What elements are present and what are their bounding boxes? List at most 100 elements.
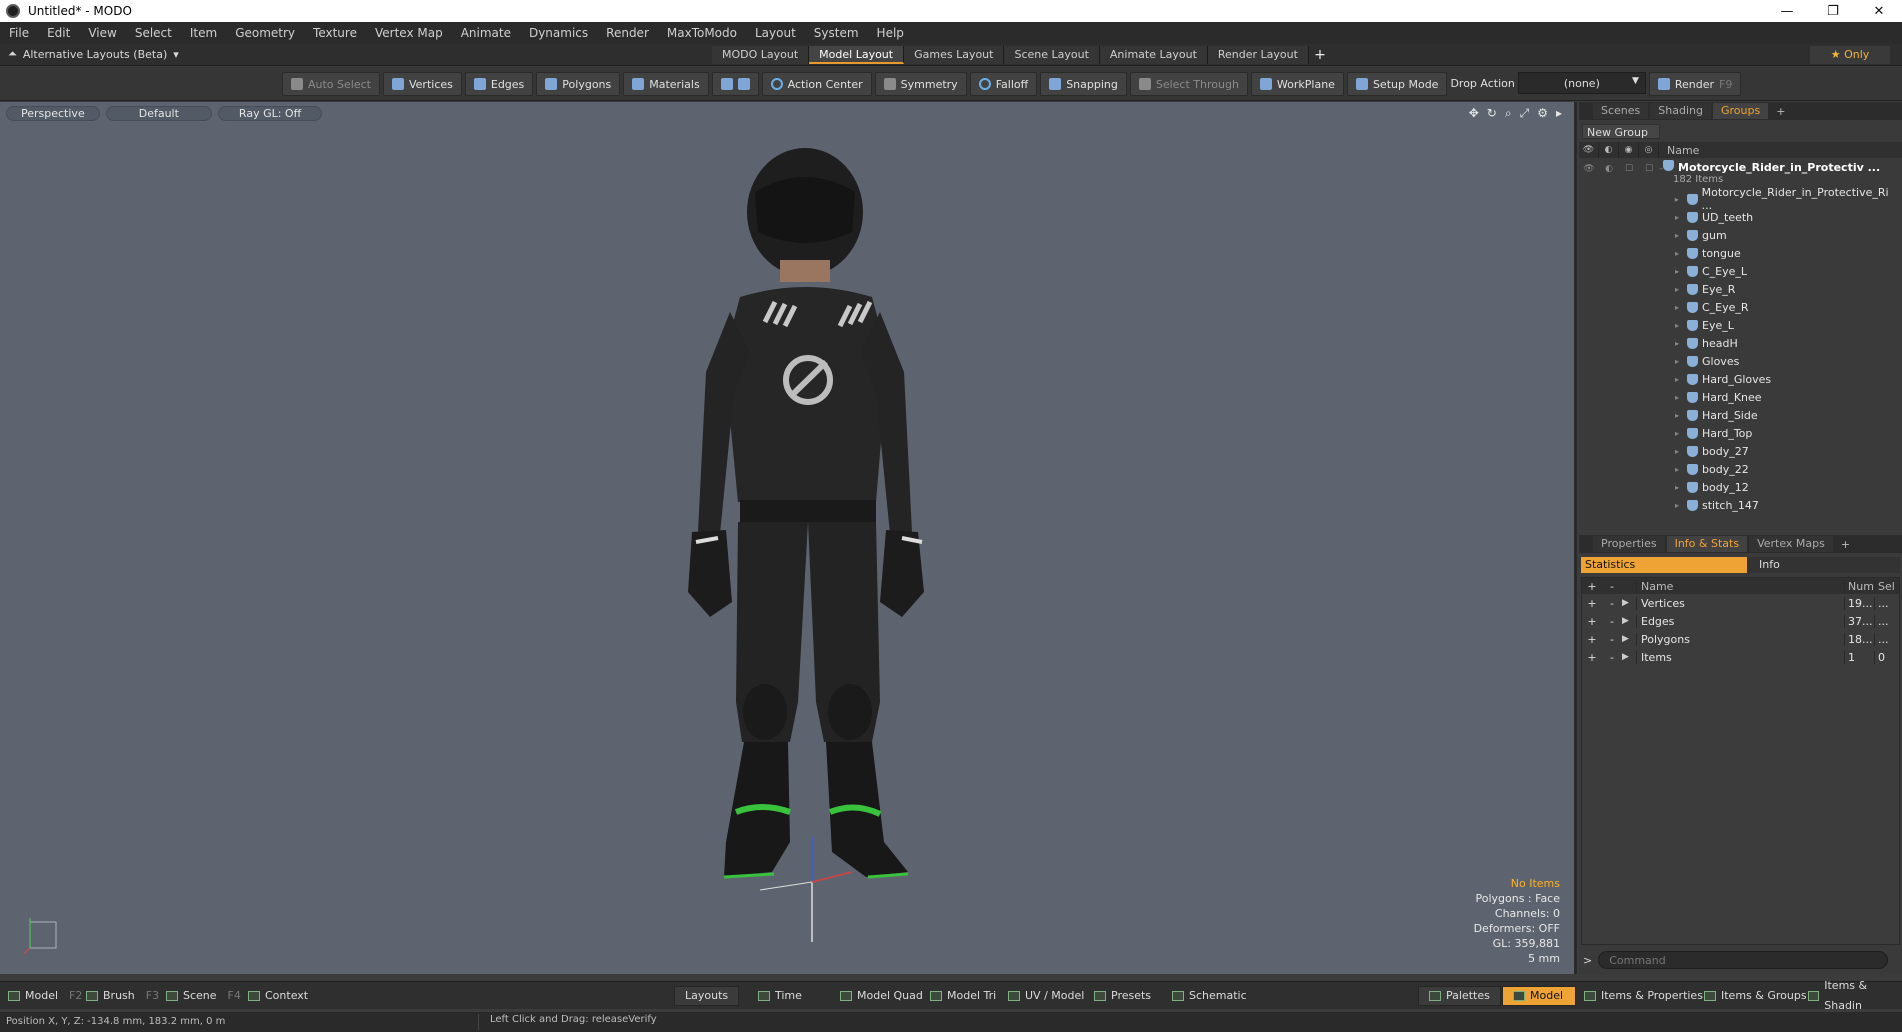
rotate-view-icon[interactable]: ↻ [1487, 106, 1497, 121]
3d-viewport[interactable]: Perspective Default Ray GL: Off ✥ ↻ ⌕ ⤢ … [0, 102, 1577, 974]
uv-model-button[interactable]: UV / Model [1008, 986, 1084, 1006]
restore-button[interactable]: ❐ [1810, 0, 1856, 22]
eye-icon[interactable]: 👁 [1579, 160, 1599, 178]
expand-arrow-icon[interactable]: ▶ [1622, 634, 1636, 644]
shading-dropdown[interactable]: Default [105, 106, 212, 121]
scene-mode-button[interactable]: Scene F4 [166, 986, 241, 1006]
group-item-row[interactable]: ▸ Motorcycle_Rider_in_Protective_Ri ... [1579, 186, 1902, 212]
expand-arrow-icon[interactable]: ▸ [1675, 249, 1687, 258]
zoom-view-icon[interactable]: ⌕ [1505, 106, 1512, 121]
group-item-row[interactable]: ▸ Hard_Gloves [1579, 370, 1902, 388]
time-button[interactable]: Time [758, 986, 802, 1006]
menu-system[interactable]: System [805, 26, 868, 40]
edges-button[interactable]: Edges [464, 72, 534, 96]
add-tab-icon[interactable]: + [1835, 538, 1856, 551]
expand-arrow-icon[interactable]: ▸ [1675, 501, 1687, 510]
view-mode-dropdown[interactable]: Perspective [6, 106, 100, 121]
add-tab-icon[interactable]: + [1770, 105, 1791, 118]
group-item-row[interactable]: ▸ Hard_Top [1579, 424, 1902, 442]
items-groups-button[interactable]: Items & Groups [1704, 986, 1807, 1006]
tab-info[interactable]: Info [1747, 557, 1900, 573]
schematic-button[interactable]: Schematic [1172, 986, 1247, 1006]
items-shading-button[interactable]: Items & Shadin [1808, 979, 1902, 1012]
tab-scene-layout[interactable]: Scene Layout [1004, 46, 1100, 64]
group-item-row[interactable]: ▸ body_27 [1579, 442, 1902, 460]
expand-arrow-icon[interactable]: ▶ [1622, 598, 1636, 608]
statistics-row[interactable]: + - ▶ Polygons 18...... [1582, 630, 1899, 648]
model-tri-button[interactable]: Model Tri [930, 986, 996, 1006]
select-through-button[interactable]: Select Through [1129, 72, 1248, 96]
group-item-row[interactable]: ▸ Eye_L [1579, 316, 1902, 334]
group-item-row[interactable]: ▸ Hard_Knee [1579, 388, 1902, 406]
context-button[interactable]: Context [248, 986, 308, 1006]
tab-render-layout[interactable]: Render Layout [1207, 46, 1309, 64]
setup-mode-button[interactable]: Setup Mode [1346, 72, 1448, 96]
menu-vertex-map[interactable]: Vertex Map [366, 26, 452, 40]
model-mode-button[interactable]: Model F2 [8, 986, 82, 1006]
tab-info-stats[interactable]: Info & Stats [1666, 536, 1748, 552]
vertices-button[interactable]: Vertices [382, 72, 462, 96]
tab-vertex-maps[interactable]: Vertex Maps [1749, 536, 1833, 552]
expand-arrow-icon[interactable]: ▸ [1675, 411, 1687, 420]
menu-geometry[interactable]: Geometry [226, 26, 304, 40]
layouts-button[interactable]: Layouts [674, 986, 740, 1006]
presets-button[interactable]: Presets [1094, 986, 1151, 1006]
menu-render[interactable]: Render [597, 26, 658, 40]
tab-shading[interactable]: Shading [1650, 103, 1711, 119]
brush-mode-button[interactable]: Brush F3 [86, 986, 159, 1006]
remove-icon[interactable]: - [1602, 597, 1622, 610]
model-quad-button[interactable]: Model Quad [840, 986, 923, 1006]
remove-icon[interactable]: - [1602, 651, 1622, 664]
tab-modo-layout[interactable]: MODO Layout [712, 46, 810, 64]
expand-arrow-icon[interactable]: ▸ [1675, 213, 1687, 222]
add-icon[interactable]: + [1582, 651, 1602, 664]
move-view-icon[interactable]: ✥ [1469, 106, 1479, 121]
statistics-row[interactable]: + - ▶ Vertices 19...... [1582, 594, 1899, 612]
menu-dynamics[interactable]: Dynamics [520, 26, 597, 40]
expand-arrow-icon[interactable]: ▸ [1675, 195, 1687, 204]
expand-arrow-icon[interactable]: ▶ [1622, 616, 1636, 626]
render-toggle-icon[interactable]: ◐ [1599, 160, 1619, 178]
expand-arrow-icon[interactable]: ▸ [1675, 339, 1687, 348]
menu-view[interactable]: View [79, 26, 125, 40]
polygons-button[interactable]: Polygons [536, 72, 621, 96]
add-layout-button[interactable]: + [1309, 46, 1331, 64]
group-item-row[interactable]: ▸ Gloves [1579, 352, 1902, 370]
add-icon[interactable]: + [1582, 615, 1602, 628]
materials-button[interactable]: Materials [623, 72, 709, 96]
group-item-row[interactable]: ▸ Eye_R [1579, 280, 1902, 298]
tab-groups[interactable]: Groups [1712, 103, 1769, 119]
only-toggle[interactable]: ★ Only [1810, 46, 1890, 64]
auto-select-button[interactable]: Auto Select [282, 72, 380, 96]
remove-icon[interactable]: - [1602, 633, 1622, 646]
menu-edit[interactable]: Edit [38, 26, 79, 40]
expand-arrow-icon[interactable]: ▸ [1675, 357, 1687, 366]
select-column-icon[interactable]: ◎ [1639, 142, 1659, 158]
tab-animate-layout[interactable]: Animate Layout [1099, 46, 1208, 64]
selection-sets-button[interactable] [711, 72, 759, 96]
menu-file[interactable]: File [0, 26, 38, 40]
tab-statistics[interactable]: Statistics [1581, 557, 1747, 573]
menu-animate[interactable]: Animate [452, 26, 520, 40]
falloff-button[interactable]: Falloff [969, 72, 1038, 96]
group-item-row[interactable]: ▸ tongue [1579, 244, 1902, 262]
fit-view-icon[interactable]: ⤢ [1520, 106, 1530, 121]
expand-arrow-icon[interactable]: ▸ [1675, 285, 1687, 294]
expand-arrow-icon[interactable]: ▸ [1675, 447, 1687, 456]
action-center-button[interactable]: Action Center [761, 72, 872, 96]
group-item-row[interactable]: ▸ Hard_Side [1579, 406, 1902, 424]
tab-games-layout[interactable]: Games Layout [904, 46, 1005, 64]
group-item-row[interactable]: ▸ headH [1579, 334, 1902, 352]
model-layout-active-button[interactable]: Model [1502, 986, 1576, 1006]
expand-arrow-icon[interactable]: ▸ [1675, 393, 1687, 402]
render-button[interactable]: Render F9 [1648, 72, 1742, 96]
group-item-row[interactable]: ▸ stitch_147 [1579, 496, 1902, 514]
expand-arrow-icon[interactable]: ▸ [1675, 483, 1687, 492]
minimize-button[interactable]: — [1764, 0, 1810, 22]
menu-texture[interactable]: Texture [304, 26, 366, 40]
lock-column-icon[interactable]: ◉ [1619, 142, 1639, 158]
statistics-row[interactable]: + - ▶ Edges 37...... [1582, 612, 1899, 630]
menu-help[interactable]: Help [868, 26, 913, 40]
group-item-row[interactable]: ▸ body_22 [1579, 460, 1902, 478]
new-group-button[interactable]: New Group [1582, 124, 1660, 139]
